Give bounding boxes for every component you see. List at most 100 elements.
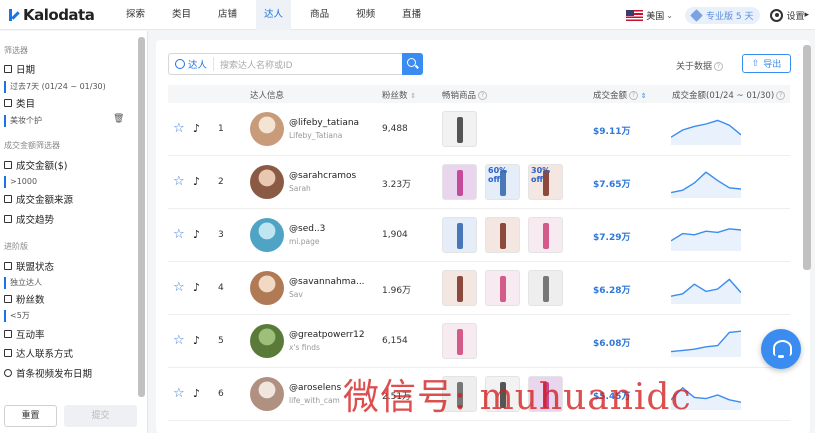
sparkline-area: [671, 331, 741, 357]
product-thumbnail[interactable]: 60% off: [485, 164, 520, 200]
country-selector[interactable]: 美国: [646, 9, 664, 22]
star-icon[interactable]: ☆: [173, 386, 185, 401]
tiktok-icon: ♪: [193, 175, 201, 188]
product-thumbnail[interactable]: [485, 217, 520, 253]
filter-gmv-value[interactable]: >1000: [4, 176, 37, 188]
creator-handle[interactable]: @sarahcramos: [289, 171, 356, 181]
submit-button[interactable]: 提交: [64, 405, 137, 427]
filter-date-value[interactable]: 过去7天 (01/24 ~ 01/30): [4, 81, 106, 93]
avatar[interactable]: [250, 112, 284, 146]
line-chart-icon: [4, 330, 12, 338]
fans-count: 3.23万: [382, 180, 412, 190]
creator-handle[interactable]: @lifeby_tatiana: [289, 118, 359, 128]
table-row[interactable]: ☆ ♪ 4 @savannahma... Sav 1.96万 $6.28万: [168, 262, 790, 315]
search-type-selector[interactable]: 达人: [169, 57, 215, 71]
nav-live[interactable]: 直播: [394, 0, 429, 30]
us-flag-icon[interactable]: [626, 9, 644, 21]
filter-gmv-label: 成交金额($): [16, 161, 68, 172]
nav-category[interactable]: 类目: [164, 0, 199, 30]
star-icon[interactable]: ☆: [173, 227, 185, 242]
settings-label: 设置: [786, 11, 805, 22]
avatar[interactable]: [250, 271, 284, 305]
th-creator: 达人信息: [250, 91, 285, 101]
chevron-down-icon[interactable]: ⌄: [666, 11, 673, 20]
calendar-icon: [4, 65, 12, 73]
avatar[interactable]: [250, 165, 284, 199]
settings-button[interactable]: 设置 ▸: [770, 8, 809, 22]
sidebar-scrollbar[interactable]: [138, 37, 145, 397]
nav-creator[interactable]: 达人: [256, 0, 292, 30]
product-thumbnail[interactable]: [442, 217, 477, 253]
filter-gmv-source[interactable]: 成交金额来源: [4, 192, 73, 206]
th-fans[interactable]: 粉丝数 ⇕: [382, 89, 416, 101]
pro-badge[interactable]: 专业版 5 天: [685, 6, 761, 24]
product-thumbnail[interactable]: [485, 270, 520, 306]
diamond-icon: [690, 8, 703, 22]
product-thumbnail[interactable]: [442, 111, 477, 147]
product-thumbnail[interactable]: 30% off: [528, 164, 563, 200]
product-thumbnail[interactable]: [442, 323, 477, 359]
filter-affiliate-value[interactable]: 独立达人: [4, 277, 42, 289]
avatar[interactable]: [250, 218, 284, 252]
table-row[interactable]: ☆ ♪ 3 @sed..3 mi.page 1,904 $7.29万: [168, 209, 790, 262]
customer-support-button[interactable]: [761, 329, 801, 369]
th-trend: 成交金额(01/24 ~ 01/30)?: [672, 89, 786, 101]
avatar[interactable]: [250, 377, 284, 411]
th-gmv[interactable]: 成交金额? ⇕: [593, 89, 647, 101]
nav-video[interactable]: 视频: [348, 0, 383, 30]
filter-affiliate-status[interactable]: 联盟状态: [4, 259, 54, 273]
star-icon[interactable]: ☆: [173, 121, 185, 136]
search-input[interactable]: 搜索达人名称或ID: [220, 58, 402, 71]
product-thumbnail[interactable]: [528, 270, 563, 306]
creator-nickname: mi.page: [289, 237, 320, 246]
reset-button[interactable]: 重置: [4, 405, 57, 427]
filter-contact[interactable]: 达人联系方式: [4, 346, 73, 360]
filter-fans[interactable]: 粉丝数: [4, 292, 45, 306]
avatar[interactable]: [250, 324, 284, 358]
tiktok-icon: ♪: [193, 334, 201, 347]
creator-nickname: life_with_cam: [289, 396, 340, 405]
sort-icon: ⇕: [410, 92, 417, 100]
export-button[interactable]: ⇧ 导出: [742, 54, 791, 73]
clock-icon: [4, 369, 12, 377]
filter-date[interactable]: 日期: [4, 62, 35, 76]
table-row[interactable]: ☆ ♪ 5 @greatpowerr12 x's finds 6,154 $6.08万: [168, 315, 790, 368]
fans-count: 6,154: [382, 336, 408, 346]
filter-interaction[interactable]: 互动率: [4, 327, 45, 341]
search-type-label: 达人: [188, 60, 208, 71]
filter-first-video[interactable]: 首条视频发布日期: [4, 366, 92, 380]
creator-handle[interactable]: @aroselens: [289, 383, 341, 393]
creator-handle[interactable]: @sed..3: [289, 224, 325, 234]
filter-category[interactable]: 类目: [4, 96, 35, 110]
star-icon[interactable]: ☆: [173, 333, 185, 348]
th-trend-label: 成交金额(01/24 ~ 01/30): [672, 91, 775, 101]
search-button[interactable]: [402, 53, 423, 75]
filter-fans-value[interactable]: <5万: [4, 310, 30, 322]
product-thumbnail[interactable]: [442, 164, 477, 200]
logo[interactable]: Kalodata: [8, 6, 118, 24]
nav-shop[interactable]: 店铺: [210, 0, 245, 30]
discount-badge: 30% off: [531, 166, 551, 184]
creator-handle[interactable]: @savannahma...: [289, 277, 365, 287]
product-thumbnail[interactable]: [528, 217, 563, 253]
star-icon[interactable]: ☆: [173, 280, 185, 295]
filter-gmv[interactable]: 成交金额($): [4, 158, 67, 172]
rank: 6: [218, 389, 224, 399]
table-row[interactable]: ☆ ♪ 2 @sarahcramos Sarah 3.23万 60% off 30% off $…: [168, 156, 790, 209]
product-thumbnail[interactable]: [442, 270, 477, 306]
nav-explore[interactable]: 探索: [118, 0, 153, 30]
nav-product[interactable]: 商品: [302, 0, 337, 30]
fans-count: 1.96万: [382, 286, 412, 296]
filter-category-value[interactable]: 美妆个护: [4, 115, 42, 127]
th-gmv-label: 成交金额: [593, 91, 628, 101]
tiktok-icon: ♪: [193, 281, 201, 294]
main-scrollbar[interactable]: [803, 45, 811, 270]
table-row[interactable]: ☆ ♪ 1 @lifeby_tatiana Lifeby_Tatiana 9,488 $9.…: [168, 103, 790, 156]
creator-handle[interactable]: @greatpowerr12: [289, 330, 365, 340]
trash-icon[interactable]: 🗑: [113, 114, 124, 124]
sparkline-area: [671, 172, 741, 198]
filter-gmv-trend[interactable]: 成交趋势: [4, 212, 54, 226]
star-icon[interactable]: ☆: [173, 174, 185, 189]
about-data-link[interactable]: 关于数据?: [676, 59, 724, 72]
gmv-sparkline: [671, 171, 741, 198]
